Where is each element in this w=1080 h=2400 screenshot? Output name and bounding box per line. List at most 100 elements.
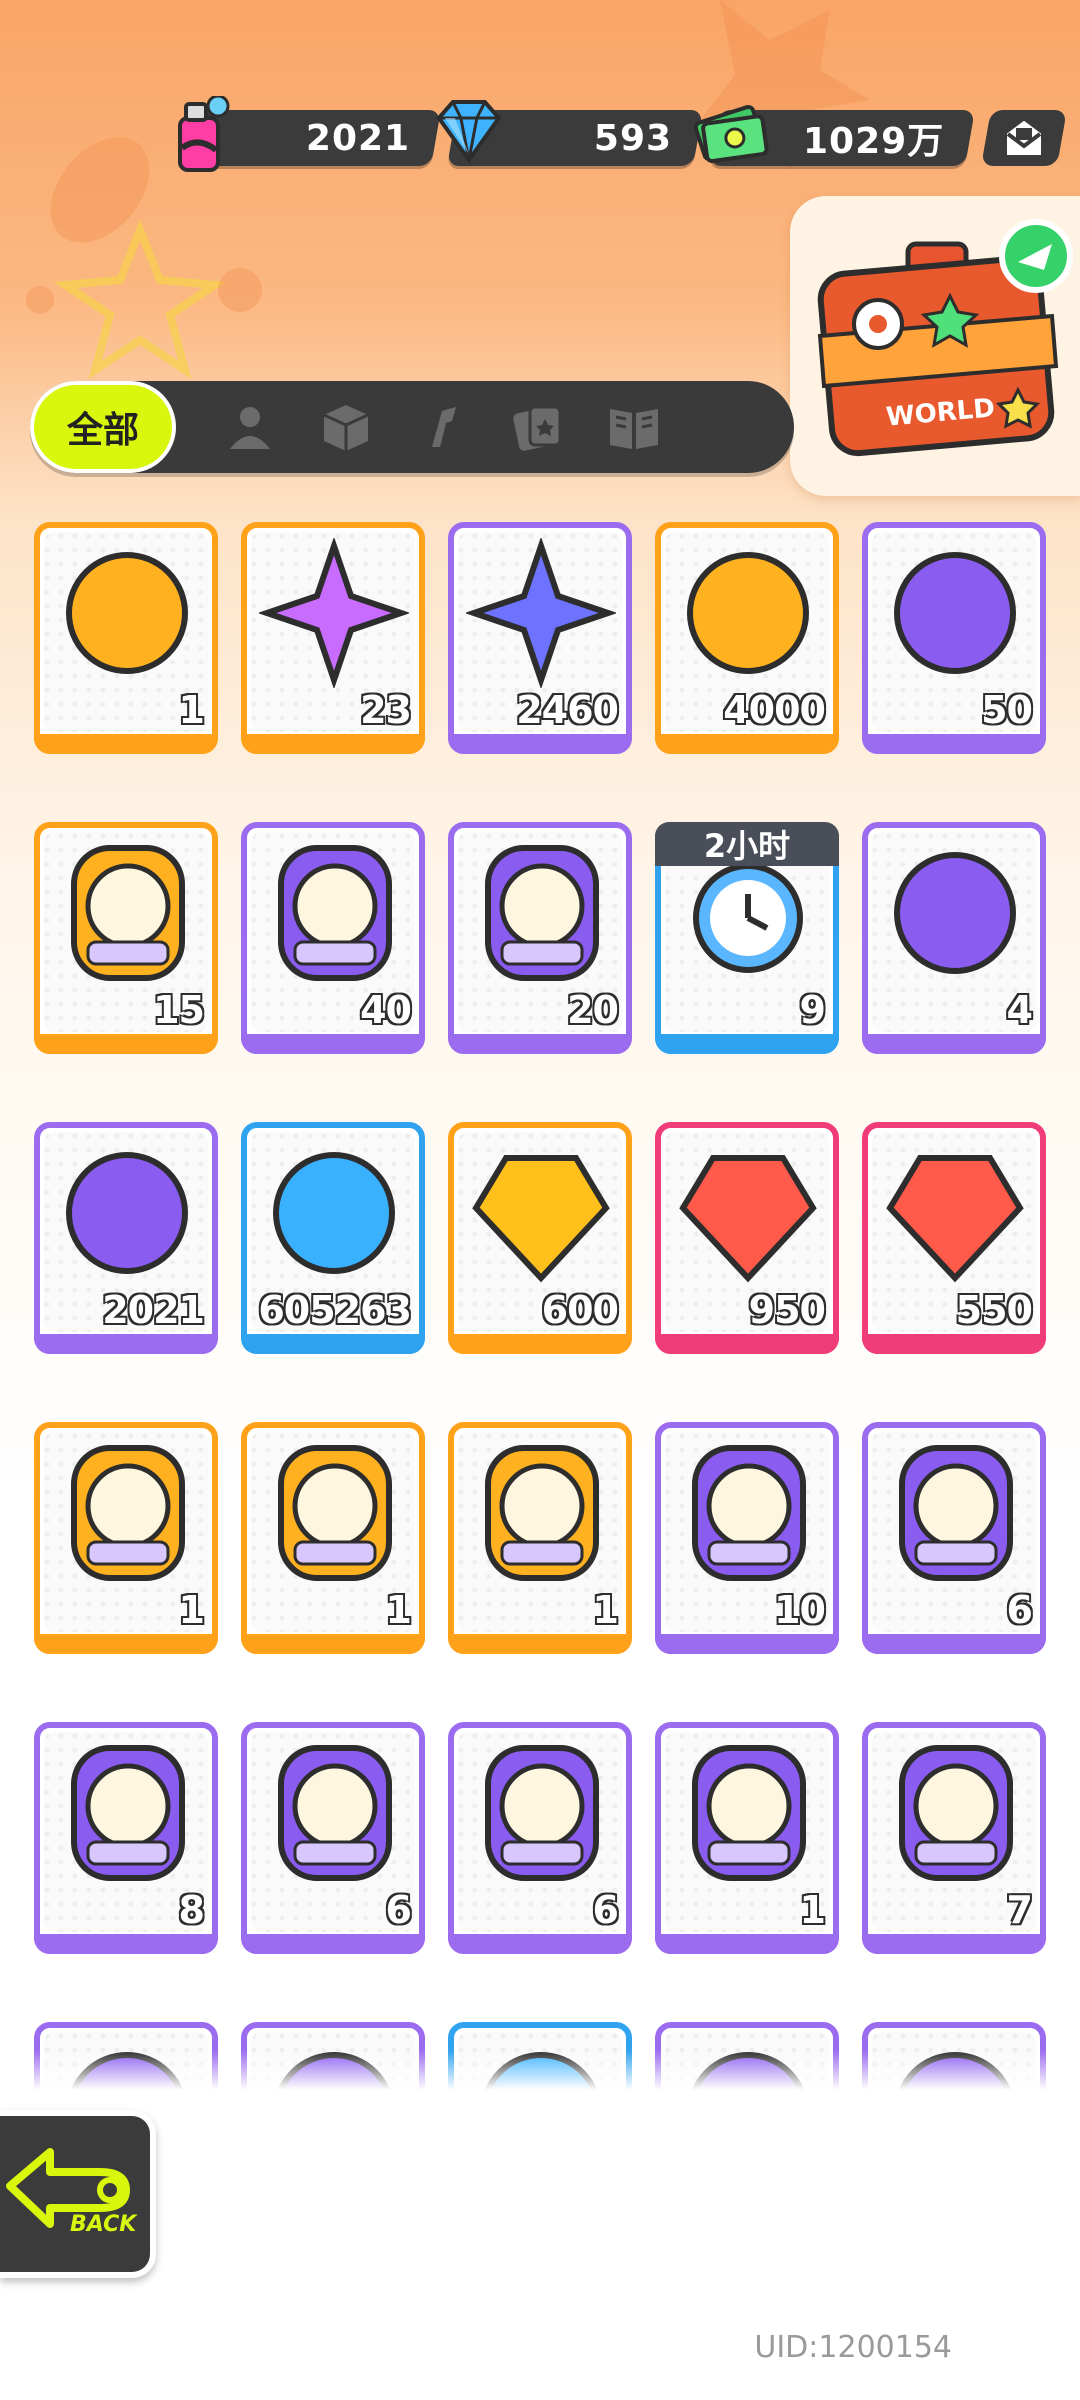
tool-icon [432, 407, 456, 447]
blue-star-icon [464, 536, 618, 690]
item-card-deity-goggles[interactable]: 6 [862, 1422, 1046, 1654]
item-card-deity-green-hat[interactable]: 8 [34, 1722, 218, 1954]
spray-can-icon [168, 94, 234, 180]
item-count: 550 [955, 1287, 1034, 1333]
card-bottom-strip [862, 1334, 1046, 1354]
item-count: 1 [799, 1887, 828, 1933]
item-card-red-gem[interactable]: 550 [862, 1122, 1046, 1354]
item-card-cool-badge[interactable]: 4000 [655, 522, 839, 754]
cash-icon [693, 96, 769, 170]
card-bottom-strip [34, 1334, 218, 1354]
item-count: 6 [1006, 1587, 1035, 1633]
card-bottom-strip [448, 1334, 632, 1354]
item-count: 1 [592, 1587, 621, 1633]
tab-tools[interactable] [414, 399, 470, 455]
gold-crystal-icon [466, 1138, 616, 1288]
diamond-currency[interactable]: 593 [436, 100, 703, 166]
currency-bar: 2021 593 1029万 [178, 94, 1067, 172]
item-card-blue-star[interactable]: 2460 [448, 522, 632, 754]
item-count: 2460 [515, 687, 620, 733]
deity-redhead-icon [880, 1738, 1030, 1888]
ticket-icon [52, 538, 202, 688]
person-icon [230, 407, 270, 449]
travel-card-icon [466, 838, 616, 988]
item-count: 1 [385, 1587, 414, 1633]
card-bottom-strip [655, 1034, 839, 1054]
cool-badge-icon [673, 538, 823, 688]
item-card-alarm-clock[interactable]: 9 2小时 [655, 822, 839, 1054]
item-count: 6 [592, 1887, 621, 1933]
item-card-paint-tube[interactable]: 605263 [241, 1122, 425, 1354]
card-bottom-strip [655, 1334, 839, 1354]
item-card-ticket[interactable]: 1 [34, 522, 218, 754]
card-bottom-strip [448, 1034, 632, 1054]
paint-tube-icon [259, 1138, 409, 1288]
category-tab-bar: 全部 [30, 381, 794, 473]
purple-deity-card-icon [259, 838, 409, 988]
item-card-rainbow-star[interactable]: 23 [241, 522, 425, 754]
mail-button[interactable] [981, 110, 1067, 166]
suitcase-icon [817, 219, 1073, 457]
back-button[interactable]: BACK [0, 2110, 156, 2278]
item-card-deity-silver[interactable]: 10 [655, 1422, 839, 1654]
item-card-green-cup[interactable]: 4 [862, 822, 1046, 1054]
travel-suitcase-panel[interactable]: WORLD [790, 196, 1080, 496]
deity-blonde-icon [466, 1438, 616, 1588]
card-bottom-strip [241, 1034, 425, 1054]
rainbow-star-icon [257, 536, 411, 690]
item-card-mystery-egg[interactable]: 50 [862, 522, 1046, 754]
card-bottom-strip [34, 1034, 218, 1054]
user-id: UID:1200154 [754, 2330, 952, 2365]
item-card-purple-deity-card[interactable]: 40 [241, 822, 425, 1054]
tab-book[interactable] [606, 399, 662, 455]
card-bottom-strip [655, 1934, 839, 1954]
spray-currency-value: 2021 [305, 117, 410, 159]
item-card-spray-can[interactable]: 2021 [34, 1122, 218, 1354]
item-card-travel-card[interactable]: 20 [448, 822, 632, 1054]
item-card-deity-blonde[interactable]: 1 [448, 1422, 632, 1654]
item-card-deity-redhead[interactable]: 7 [862, 1722, 1046, 1954]
cards-icon [513, 405, 562, 451]
tab-characters[interactable] [222, 399, 278, 455]
back-arrow-icon [6, 2148, 130, 2228]
card-bottom-strip [448, 1934, 632, 1954]
item-card-deity-dark-hair[interactable]: 6 [241, 1722, 425, 1954]
item-count: 4000 [722, 687, 827, 733]
red-crystal-icon [673, 1138, 823, 1288]
item-count: 9 [799, 987, 828, 1033]
cash-currency[interactable]: 1029万 [693, 104, 975, 166]
deity-glasses-icon [466, 1738, 616, 1888]
card-bottom-strip [241, 1634, 425, 1654]
card-bottom-strip [241, 1334, 425, 1354]
tab-items[interactable] [318, 399, 374, 455]
deity-blue-hair-icon [52, 1438, 202, 1588]
card-bottom-strip [862, 1934, 1046, 1954]
card-bottom-strip [241, 734, 425, 754]
mystery-egg-icon [880, 538, 1030, 688]
tab-cards[interactable] [510, 399, 566, 455]
card-bottom-strip [655, 1634, 839, 1654]
item-card-red-crystal[interactable]: 950 [655, 1122, 839, 1354]
grid-fade [0, 2050, 1080, 2090]
item-count: 4 [1006, 987, 1035, 1033]
item-card-deity-white-hair[interactable]: 1 [655, 1722, 839, 1954]
card-bottom-strip [448, 734, 632, 754]
item-card-deity-orange-hair[interactable]: 1 [241, 1422, 425, 1654]
tab-all-label: 全部 [66, 410, 139, 451]
inventory-grid: 1 23 2460 4000 50 15 40 20 9 2小时 4 2021 605263 600 950… [34, 522, 1054, 2090]
item-count: 20 [566, 987, 620, 1033]
book-icon [610, 409, 658, 449]
spray-currency[interactable]: 2021 [178, 94, 441, 172]
item-card-deity-glasses[interactable]: 6 [448, 1722, 632, 1954]
diamond-currency-value: 593 [593, 117, 672, 159]
item-count: 23 [359, 687, 413, 733]
spray-can-icon [52, 1138, 202, 1288]
item-card-deity-blue-hair[interactable]: 1 [34, 1422, 218, 1654]
item-count: 1 [178, 687, 207, 733]
card-bottom-strip [34, 1634, 218, 1654]
item-count: 50 [980, 687, 1034, 733]
item-card-gold-crystal[interactable]: 600 [448, 1122, 632, 1354]
tab-all[interactable]: 全部 [30, 381, 176, 473]
item-card-gold-deity-card[interactable]: 15 [34, 822, 218, 1054]
cash-currency-value: 1029万 [802, 121, 944, 162]
